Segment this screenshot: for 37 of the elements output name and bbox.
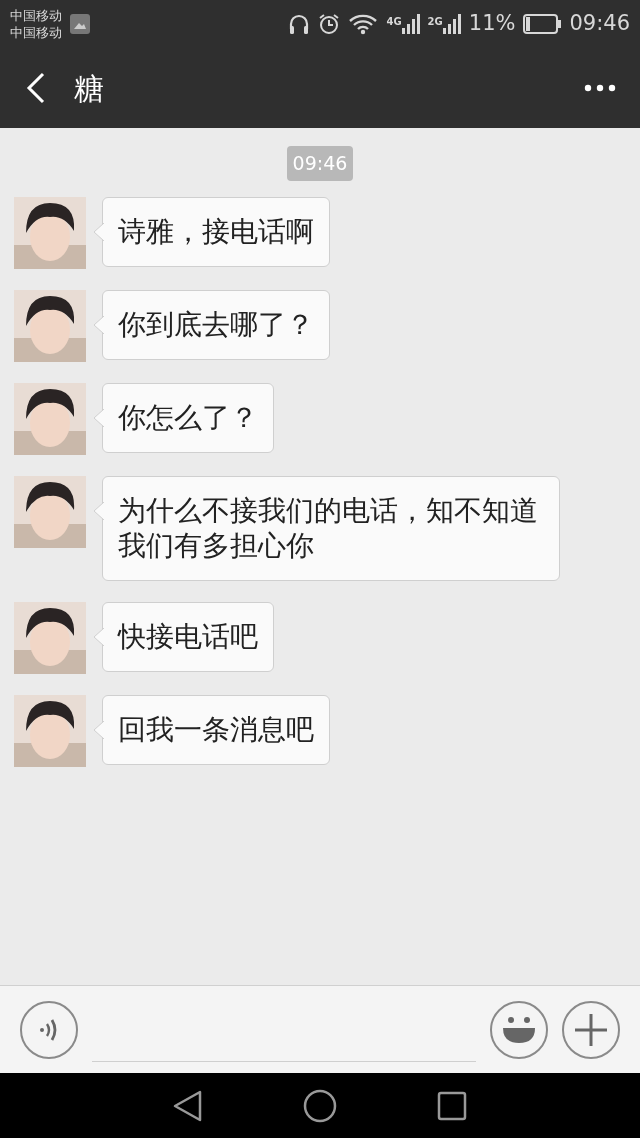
chat-title: 糖 [74,69,104,108]
avatar[interactable] [14,196,86,269]
carrier-name: 中国移动 [10,7,62,24]
recents-nav-icon[interactable] [437,1090,467,1121]
home-nav-icon[interactable] [303,1088,337,1123]
bubble-tail [93,315,104,334]
network-label: 2G [427,15,443,29]
avatar[interactable] [14,694,86,767]
signal-icon [442,14,461,34]
more-icon[interactable] [584,84,616,92]
wifi-icon [348,13,379,35]
avatar[interactable] [14,475,86,548]
battery-icon [523,14,562,34]
avatar[interactable] [14,289,86,362]
bubble-tail [93,627,104,646]
voice-button[interactable] [20,1000,78,1059]
timestamp: 09:46 [286,146,354,181]
bubble-tail [93,501,104,520]
bubble-tail [93,408,104,427]
network-label: 4G [386,15,402,29]
bubble-tail [93,720,104,739]
bubble-tail [93,222,104,241]
back-nav-icon[interactable] [173,1089,203,1122]
smiley-icon [502,1015,536,1044]
alarm-icon [318,13,341,35]
clock-time: 09:46 [569,10,630,38]
avatar[interactable] [14,601,86,674]
add-button[interactable] [562,1000,620,1059]
emoji-button[interactable] [490,1000,548,1059]
carrier-name: 中国移动 [10,24,62,41]
avatar[interactable] [14,382,86,455]
back-icon[interactable] [26,72,46,104]
headphones-icon [288,13,311,35]
battery-percent: 11% [468,10,516,38]
image-notification-icon [70,14,90,34]
plus-icon [574,1012,608,1047]
signal-icon [401,14,420,34]
